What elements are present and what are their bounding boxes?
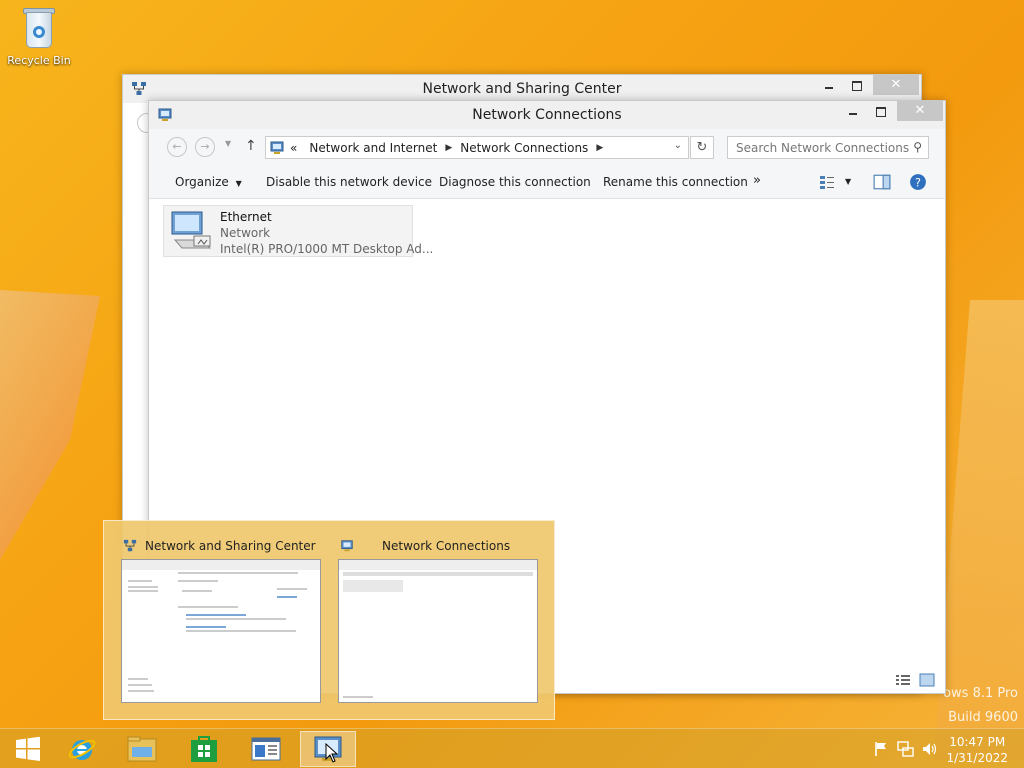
close-button[interactable]: ✕	[897, 101, 943, 121]
change-view-icon[interactable]	[819, 173, 835, 191]
action-center-flag-icon[interactable]	[873, 741, 889, 757]
connection-name: Ethernet	[220, 210, 272, 224]
title-bar[interactable]: Network Connections ✕	[149, 101, 945, 129]
ethernet-adapter-icon	[171, 211, 212, 249]
thumbnail-title: Network Connections	[382, 539, 511, 553]
forward-arrow-icon[interactable]: →	[195, 137, 215, 157]
clock-date: 1/31/2022	[946, 751, 1008, 765]
internet-explorer-button[interactable]	[54, 731, 110, 767]
breadcrumb-separator-icon[interactable]: ▶	[445, 143, 452, 153]
minimize-button[interactable]	[815, 75, 843, 95]
disable-network-device-button[interactable]: Disable this network device	[266, 175, 432, 189]
recycle-bin-desktop-icon[interactable]: Recycle Bin	[4, 6, 74, 67]
taskbar: 10:47 PM 1/31/2022	[0, 728, 1024, 768]
breadcrumb-separator-icon[interactable]: ▶	[596, 143, 603, 153]
network-center-icon	[123, 539, 137, 552]
window-title: Network and Sharing Center	[422, 81, 622, 97]
connection-device: Intel(R) PRO/1000 MT Desktop Ad...	[220, 242, 434, 256]
help-icon[interactable]: ?	[909, 173, 927, 191]
recycle-bin-label: Recycle Bin	[7, 54, 71, 67]
large-icons-view-icon[interactable]	[919, 673, 935, 687]
address-network-icon	[270, 141, 284, 154]
close-button[interactable]: ✕	[873, 75, 919, 95]
taskbar-thumbnail-popup: Network and Sharing Center Network Conne…	[103, 520, 555, 720]
thumbnail-preview	[121, 559, 321, 703]
store-icon	[191, 736, 217, 762]
window-title: Network Connections	[472, 107, 622, 123]
thumbnail-title: Network and Sharing Center	[145, 539, 316, 553]
file-explorer-icon	[127, 736, 157, 762]
recent-locations-dropdown[interactable]: ▼	[225, 139, 231, 148]
breadcrumb-overflow[interactable]: «	[290, 141, 297, 155]
windows-watermark-edition: ows 8.1 Pro	[943, 686, 1018, 701]
minimize-button[interactable]	[839, 101, 867, 121]
thumbnail-preview	[338, 559, 538, 703]
start-button[interactable]	[0, 731, 56, 767]
windows-logo-icon	[16, 736, 40, 761]
internet-explorer-icon	[68, 739, 96, 760]
organize-label: Organize	[175, 175, 229, 189]
organize-button[interactable]: Organize ▼	[175, 175, 242, 189]
svg-text:?: ?	[915, 177, 921, 190]
system-clock[interactable]: 10:47 PM 1/31/2022	[946, 734, 1008, 766]
breadcrumb-network-connections[interactable]: Network Connections	[460, 141, 588, 155]
address-dropdown-icon[interactable]: ⌄	[674, 140, 682, 151]
navigation-bar: ← → ▼ ↑ « Network and Internet ▶ Network…	[149, 129, 945, 165]
back-arrow-icon[interactable]: ←	[167, 137, 187, 157]
control-panel-icon	[251, 737, 281, 761]
address-bar[interactable]: « Network and Internet ▶ Network Connect…	[265, 136, 689, 159]
breadcrumb-network-and-internet[interactable]: Network and Internet	[309, 141, 437, 155]
wallpaper-shape-left	[0, 290, 100, 560]
network-connections-icon	[341, 540, 353, 552]
maximize-button[interactable]	[867, 101, 895, 121]
more-commands-button[interactable]: »	[753, 173, 761, 188]
details-view-icon[interactable]	[895, 673, 911, 687]
file-explorer-button[interactable]	[114, 731, 170, 767]
network-tray-icon[interactable]	[897, 741, 915, 757]
windows-watermark-build: Build 9600	[948, 710, 1018, 725]
clock-time: 10:47 PM	[949, 735, 1006, 749]
refresh-button[interactable]: ↻	[690, 136, 714, 159]
title-bar[interactable]: Network and Sharing Center ✕	[123, 75, 921, 103]
preview-pane-icon[interactable]	[873, 173, 891, 191]
view-options-chevron-icon[interactable]: ▼	[845, 177, 851, 186]
command-bar: Organize ▼ Disable this network device D…	[149, 165, 945, 199]
volume-icon[interactable]	[921, 741, 939, 757]
diagnose-connection-button[interactable]: Diagnose this connection	[439, 175, 591, 189]
connection-status: Network	[220, 226, 271, 240]
search-placeholder: Search Network Connections	[736, 141, 910, 155]
recycle-bin-icon	[22, 6, 56, 50]
maximize-button[interactable]	[843, 75, 871, 95]
control-panel-taskbar-button[interactable]	[238, 731, 294, 767]
search-icon[interactable]: ⚲	[913, 140, 922, 154]
mouse-cursor-icon	[325, 743, 339, 763]
store-button[interactable]	[176, 731, 232, 767]
chevron-down-icon: ▼	[235, 179, 242, 188]
up-arrow-icon[interactable]: ↑	[245, 138, 257, 154]
search-input[interactable]: Search Network Connections ⚲	[727, 136, 929, 159]
rename-connection-button[interactable]: Rename this connection	[603, 175, 748, 189]
ethernet-connection-item[interactable]: Ethernet Network Intel(R) PRO/1000 MT De…	[163, 205, 433, 257]
